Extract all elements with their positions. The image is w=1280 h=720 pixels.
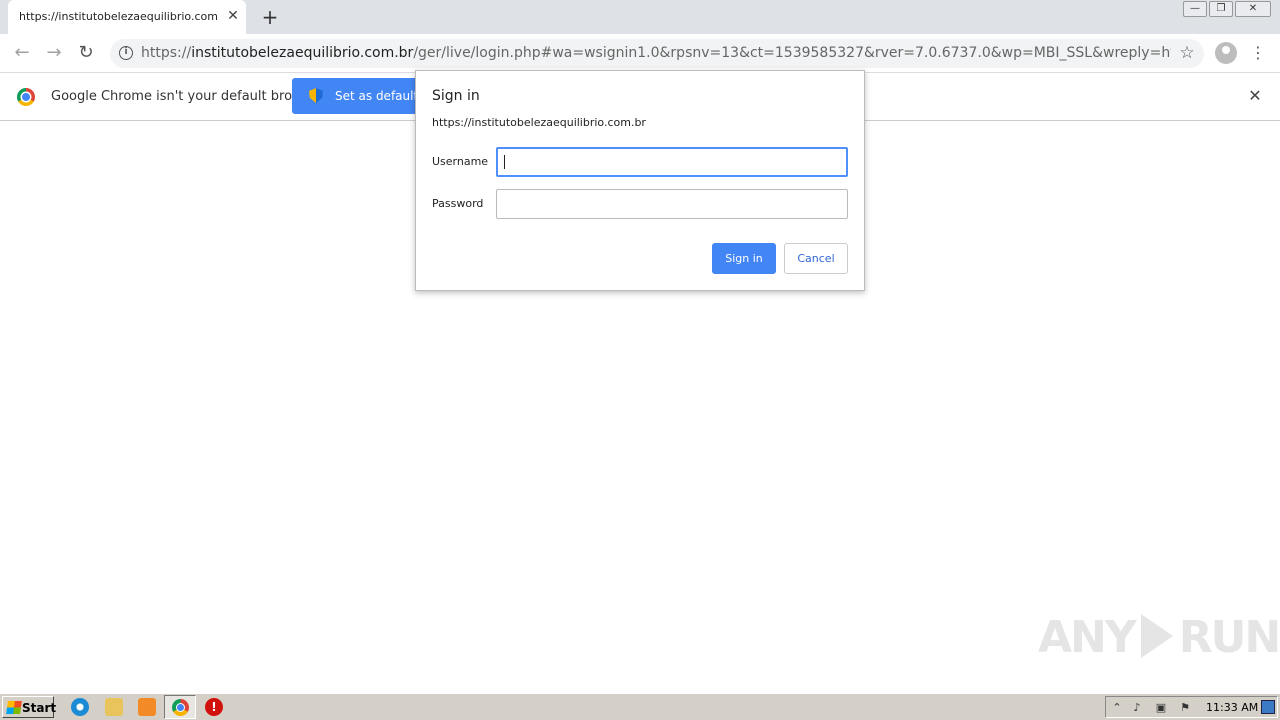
- sign-in-dialog: Sign in https://institutobelezaequilibri…: [415, 70, 865, 291]
- anyrun-watermark: ANY RUN: [1038, 612, 1280, 672]
- start-button[interactable]: Start: [2, 696, 57, 718]
- browser-toolbar: ← → ↻ i https://institutobelezaequilibri…: [0, 34, 1280, 72]
- tab-strip: https://institutobelezaequilibrio.com.br…: [0, 0, 1280, 34]
- ie-icon[interactable]: [71, 698, 89, 716]
- url-host: institutobelezaequilibrio.com.br: [191, 45, 414, 61]
- taskbar: Start ⌃ ♪ ▣ ⚑ 11:33 AM: [0, 693, 1280, 720]
- show-desktop-icon[interactable]: [1261, 700, 1275, 714]
- window-close-button[interactable]: ✕: [1235, 1, 1271, 17]
- text-caret: [504, 155, 505, 169]
- watermark-left-text: ANY: [1038, 612, 1137, 663]
- set-as-default-button[interactable]: Set as default: [292, 78, 418, 114]
- dialog-origin: https://institutobelezaequilibrio.com.br: [432, 116, 646, 129]
- dialog-title: Sign in: [432, 88, 480, 104]
- screen: https://institutobelezaequilibrio.com.br…: [0, 0, 1280, 720]
- stop-icon[interactable]: [205, 698, 223, 716]
- tab-title: https://institutobelezaequilibrio.com.br…: [19, 10, 219, 23]
- info-icon[interactable]: i: [119, 46, 133, 60]
- volume-icon[interactable]: ♪: [1130, 701, 1144, 715]
- media-player-icon[interactable]: [138, 698, 156, 716]
- cancel-button[interactable]: Cancel: [784, 243, 848, 274]
- new-tab-icon[interactable]: +: [260, 7, 280, 27]
- menu-icon[interactable]: ⋮: [1250, 41, 1266, 65]
- system-tray: ⌃ ♪ ▣ ⚑ 11:33 AM: [1105, 696, 1278, 718]
- folder-icon[interactable]: [105, 698, 123, 716]
- reload-icon[interactable]: ↻: [74, 41, 98, 65]
- set-as-default-label: Set as default: [335, 89, 419, 103]
- username-field[interactable]: [496, 147, 848, 177]
- sign-in-button[interactable]: Sign in: [712, 243, 776, 274]
- restore-icon: ❐: [1216, 3, 1226, 14]
- password-field[interactable]: [496, 189, 848, 219]
- windows-flag-icon: [6, 701, 22, 714]
- password-label: Password: [432, 197, 484, 210]
- shield-icon: [309, 88, 323, 103]
- window-close-icon: ✕: [1248, 3, 1258, 14]
- forward-icon[interactable]: →: [42, 41, 66, 65]
- clock[interactable]: 11:33 AM: [1206, 701, 1258, 714]
- browser-tab[interactable]: https://institutobelezaequilibrio.com.br…: [8, 0, 246, 34]
- start-label: Start: [22, 701, 57, 715]
- restore-button[interactable]: ❐: [1209, 1, 1233, 17]
- url-path: /ger/live/login.php#wa=wsignin1.0&rpsnv=…: [413, 45, 1171, 61]
- chrome-icon: [172, 699, 189, 716]
- show-hidden-icons-icon[interactable]: ⌃: [1110, 701, 1124, 715]
- infobar-message: Google Chrome isn't your default browser: [51, 89, 323, 104]
- star-icon[interactable]: ☆: [1176, 42, 1198, 64]
- url-text[interactable]: https://institutobelezaequilibrio.com.br…: [141, 45, 1171, 61]
- tab-close-icon[interactable]: ✕: [225, 8, 241, 24]
- chrome-taskbar-button[interactable]: [164, 695, 196, 719]
- address-bar[interactable]: i https://institutobelezaequilibrio.com.…: [110, 39, 1204, 68]
- infobar-close-icon[interactable]: ✕: [1246, 87, 1264, 105]
- watermark-right-text: RUN: [1178, 612, 1280, 663]
- network-icon[interactable]: ▣: [1154, 701, 1168, 715]
- username-label: Username: [432, 155, 489, 168]
- chrome-logo-icon: [17, 88, 35, 106]
- minimize-icon: —: [1190, 3, 1200, 14]
- profile-icon[interactable]: [1215, 42, 1237, 64]
- url-scheme: https://: [141, 45, 192, 61]
- minimize-button[interactable]: —: [1183, 1, 1207, 17]
- action-center-flag-icon[interactable]: ⚑: [1178, 701, 1192, 715]
- play-icon: [1140, 614, 1173, 658]
- back-icon[interactable]: ←: [10, 41, 34, 65]
